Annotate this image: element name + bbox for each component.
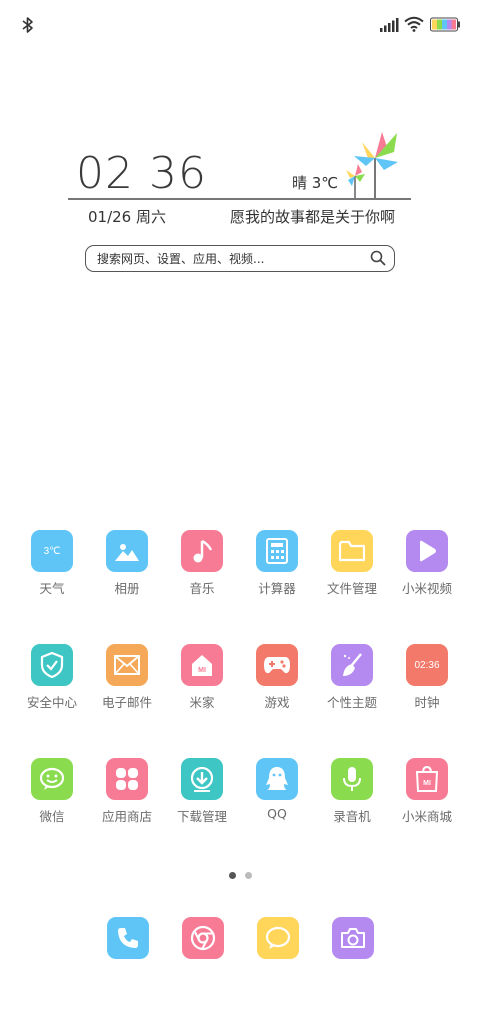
- dock-browser[interactable]: [182, 917, 224, 959]
- email-icon: [106, 644, 148, 686]
- shield-icon: [31, 644, 73, 686]
- dock-messages[interactable]: [257, 917, 299, 959]
- app-label: 游戏: [264, 695, 290, 710]
- app-label: 下载管理: [176, 809, 227, 824]
- clock-date: 01/26 周六: [88, 208, 166, 226]
- app-label: 计算器: [258, 581, 296, 596]
- app-mihome[interactable]: MI 米家: [164, 644, 240, 724]
- message-icon: [265, 926, 291, 949]
- mistore-icon-text: MI: [423, 780, 431, 787]
- app-label: 电子邮件: [101, 695, 152, 710]
- gallery-icon: [106, 530, 148, 572]
- page-dot-active[interactable]: [229, 872, 236, 879]
- app-calculator[interactable]: 计算器: [239, 530, 315, 610]
- app-label: 微信: [39, 809, 65, 824]
- wechat-icon: [31, 758, 73, 800]
- app-clock[interactable]: 02:36 时钟: [389, 644, 465, 724]
- appstore-icon: [106, 758, 148, 800]
- clock-motto: 愿我的故事都是关于你啊: [230, 208, 396, 226]
- app-security[interactable]: 安全中心: [14, 644, 90, 724]
- camera-icon: [341, 928, 365, 948]
- gamepad-icon: [256, 644, 298, 686]
- weather-icon: 3℃: [31, 530, 73, 572]
- mistore-icon: MI: [406, 758, 448, 800]
- app-wechat[interactable]: 微信: [14, 758, 90, 838]
- wifi-icon: [404, 16, 424, 32]
- browser-icon: [190, 925, 216, 951]
- app-label: 安全中心: [26, 695, 77, 710]
- dock-camera[interactable]: [332, 917, 374, 959]
- app-mi-store[interactable]: MI 小米商城: [389, 758, 465, 838]
- page-dot[interactable]: [245, 872, 252, 879]
- app-music[interactable]: 音乐: [164, 530, 240, 610]
- app-label: 天气: [39, 581, 65, 596]
- clock-divider: [68, 198, 411, 200]
- app-themes[interactable]: 个性主题: [314, 644, 390, 724]
- clock-icon: 02:36: [406, 644, 448, 686]
- app-qq[interactable]: QQ: [239, 758, 315, 838]
- battery-icon: [430, 17, 460, 32]
- calculator-icon: [256, 530, 298, 572]
- weather-icon-text: 3℃: [43, 545, 61, 557]
- pinwheel-icon: [346, 132, 398, 200]
- download-icon: [181, 758, 223, 800]
- app-label: 米家: [189, 695, 215, 710]
- mihome-icon: MI: [181, 644, 223, 686]
- app-label: 文件管理: [326, 581, 377, 596]
- app-store[interactable]: 应用商店: [89, 758, 165, 838]
- app-label: 相册: [114, 581, 140, 596]
- app-recorder[interactable]: 录音机: [314, 758, 390, 838]
- brush-icon: [331, 644, 373, 686]
- app-label: 小米视频: [401, 581, 452, 596]
- app-label: QQ: [267, 806, 287, 821]
- mihome-icon-text: MI: [198, 667, 206, 674]
- clock-icon-text: 02:36: [414, 659, 440, 671]
- app-label: 个性主题: [326, 695, 377, 710]
- phone-icon: [118, 928, 138, 948]
- search-input[interactable]: 搜索网页、设置、应用、视频...: [97, 250, 264, 267]
- app-game[interactable]: 游戏: [239, 644, 315, 724]
- clock-time[interactable]: 02 36: [76, 148, 207, 199]
- app-label: 应用商店: [101, 809, 152, 824]
- app-label: 小米商城: [401, 809, 452, 824]
- app-label: 时钟: [414, 695, 440, 710]
- music-icon: [181, 530, 223, 572]
- app-weather[interactable]: 3℃ 天气: [14, 530, 90, 610]
- microphone-icon: [331, 758, 373, 800]
- app-label: 音乐: [189, 581, 215, 596]
- video-icon: [406, 530, 448, 572]
- app-email[interactable]: 电子邮件: [89, 644, 165, 724]
- bluetooth-icon: [22, 17, 33, 33]
- weather-text[interactable]: 晴 3℃: [292, 172, 338, 193]
- search-bar[interactable]: 搜索网页、设置、应用、视频...: [85, 245, 395, 272]
- search-icon[interactable]: [370, 250, 386, 266]
- folder-icon: [331, 530, 373, 572]
- app-label: 录音机: [333, 809, 371, 824]
- app-downloads[interactable]: 下载管理: [164, 758, 240, 838]
- app-file-manager[interactable]: 文件管理: [314, 530, 390, 610]
- app-gallery[interactable]: 相册: [89, 530, 165, 610]
- dock-phone[interactable]: [107, 917, 149, 959]
- app-mi-video[interactable]: 小米视频: [389, 530, 465, 610]
- qq-icon: [256, 758, 298, 800]
- signal-icon: [380, 18, 399, 32]
- status-bar: [0, 0, 480, 50]
